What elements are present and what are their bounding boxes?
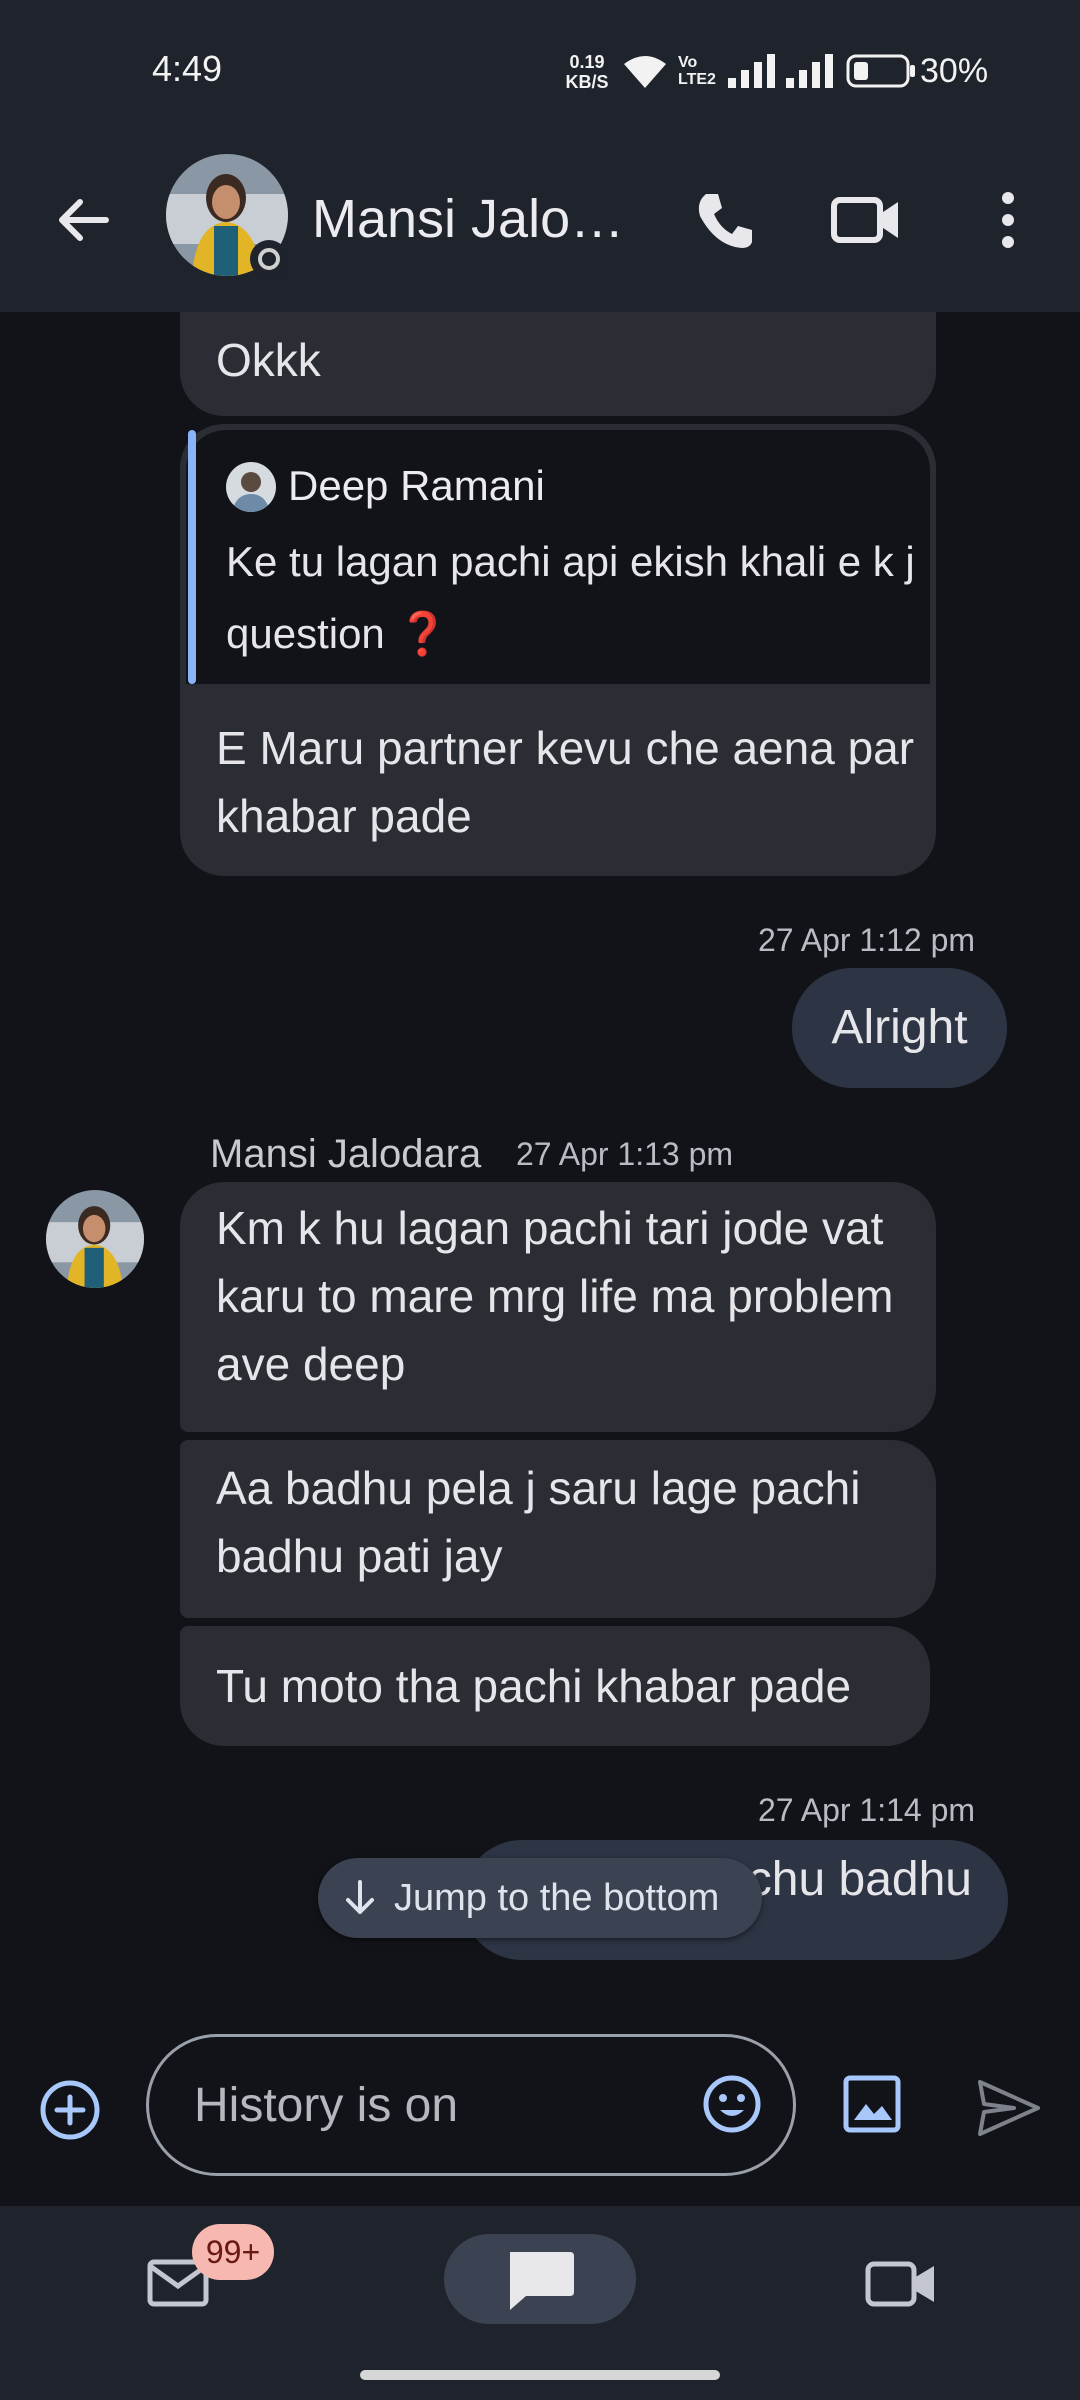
emoji-icon (703, 2075, 761, 2133)
message-bubble-tu[interactable]: Tu moto tha pachi khabar pade (180, 1626, 930, 1746)
signal-icon-sim2 (786, 54, 833, 88)
network-speed-value: 0.19 (569, 52, 605, 72)
sender-photo (46, 1190, 144, 1288)
sender-avatar[interactable] (46, 1190, 144, 1288)
message-bubble-aa[interactable]: Aa badhu pela j saru lage pachi badhu pa… (180, 1440, 936, 1618)
video-camera-icon (831, 197, 898, 243)
quote-accent-bar (188, 430, 196, 684)
quote-author-photo (226, 462, 276, 512)
home-indicator[interactable] (360, 2370, 720, 2380)
mail-unread-badge: 99+ (192, 2224, 274, 2280)
video-call-button[interactable] (820, 176, 910, 264)
arrow-down-icon (346, 1880, 374, 1914)
arrow-back-icon (59, 199, 109, 241)
battery-icon (846, 54, 915, 88)
volte-label: Vo LTE2 (678, 54, 716, 88)
more-vert-icon (1002, 192, 1014, 248)
nav-chat-tab[interactable] (444, 2234, 636, 2324)
call-button[interactable] (680, 176, 768, 264)
status-time: 4:49 (152, 48, 223, 89)
send-button[interactable] (968, 2068, 1048, 2148)
back-button[interactable] (40, 176, 128, 264)
more-options-button[interactable] (966, 176, 1050, 264)
wifi-icon (624, 56, 666, 88)
signal-icon-sim1 (728, 54, 775, 88)
message-bubble-okkk[interactable]: Okkk (180, 312, 936, 416)
reply-text: E Maru partner kevu che aena par khabar … (216, 722, 915, 842)
network-speed-unit: KB/S (565, 72, 609, 92)
add-circle-icon (40, 2080, 100, 2140)
message-bubble-alright[interactable]: Alright (792, 968, 1007, 1088)
message-bubble-km[interactable]: Km k hu lagan pachi tari jode vat karu t… (180, 1182, 936, 1432)
message-timestamp: 27 Apr 1:12 pm (758, 922, 976, 958)
insert-image-button[interactable] (836, 2068, 908, 2140)
message-input-placeholder: History is on (194, 2079, 459, 2132)
jump-to-bottom-button[interactable]: Jump to the bottom (318, 1858, 762, 1938)
battery-percent: 30% (920, 52, 989, 90)
phone-icon (698, 194, 752, 248)
nav-meet-tab[interactable] (860, 2244, 944, 2324)
quote-author-avatar (226, 462, 276, 512)
quote-text: Ke tu lagan pachi api ekish khali e k j … (226, 538, 915, 657)
message-timestamp: 27 Apr 1:14 pm (758, 1792, 976, 1828)
message-timestamp: 27 Apr 1:13 pm (516, 1136, 734, 1172)
quote-author-name: Deep Ramani (288, 462, 545, 509)
contact-name[interactable]: Mansi Jalo… (312, 188, 632, 250)
send-icon (978, 2080, 1040, 2136)
image-icon (843, 2075, 901, 2133)
add-attachment-button[interactable] (30, 2070, 110, 2150)
chat-icon (510, 2252, 574, 2310)
presence-indicator (250, 240, 288, 278)
sender-name: Mansi Jalodara (210, 1132, 482, 1176)
emoji-button[interactable] (696, 2068, 768, 2140)
video-icon (865, 2261, 934, 2307)
network-speed: 0.19 KB/S (562, 52, 612, 92)
